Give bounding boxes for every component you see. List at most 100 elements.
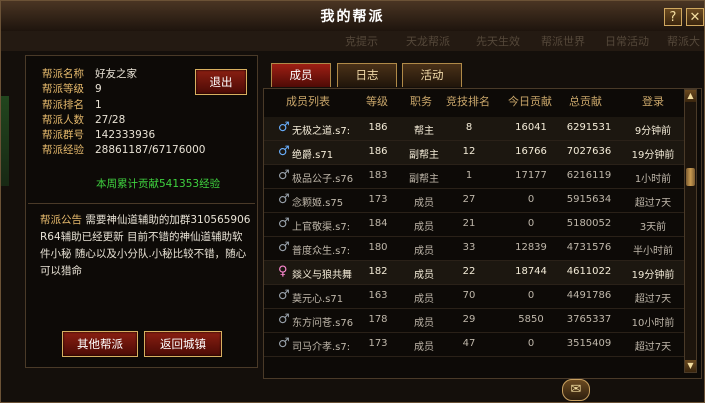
member-name: 无极之道.s7: xyxy=(292,126,351,137)
title-bar: 我的帮派 ? ✕ xyxy=(1,1,704,32)
member-level: 180 xyxy=(368,242,388,253)
male-icon: ♂ xyxy=(278,192,290,207)
table-row[interactable]: ♀ 燚义与狼共舞 182 成员 22 18744 4611022 19分钟前 xyxy=(264,261,684,285)
member-today-contribution: 17177 xyxy=(515,170,547,181)
member-role: 成员 xyxy=(414,294,434,305)
scroll-down-icon[interactable]: ▼ xyxy=(685,360,696,372)
member-list-scrollbar[interactable]: ▲ ▼ xyxy=(684,89,697,373)
side-decoration xyxy=(1,96,9,186)
strip-text: 克提示 xyxy=(345,35,378,48)
guild-name: 好友之家 xyxy=(95,68,137,80)
mail-icon[interactable]: ✉ xyxy=(562,379,590,401)
member-total-contribution: 7027636 xyxy=(566,146,612,157)
member-level: 186 xyxy=(368,122,388,133)
weekly-contribution: 本周累计贡献541353经验 xyxy=(96,178,221,190)
table-row[interactable]: ♂ 普度众生.s7: 180 成员 33 12839 4731576 半小时前 xyxy=(264,237,684,261)
scroll-thumb[interactable] xyxy=(686,168,695,186)
member-total-contribution: 4731576 xyxy=(566,242,612,253)
member-role: 成员 xyxy=(414,318,434,329)
member-role: 成员 xyxy=(414,342,434,353)
member-today-contribution: 0 xyxy=(527,290,535,301)
member-today-contribution: 16766 xyxy=(515,146,547,157)
member-table-body: ♂ 无极之道.s7: 186 帮主 8 16041 6291531 9分钟前 ♂… xyxy=(264,117,684,357)
table-header: 成员列表 等级 职务 竞技排名 今日贡献 总贡献 登录 xyxy=(264,89,684,111)
table-row[interactable]: ♂ 莫元心.s71 163 成员 70 0 4491786 超过7天 xyxy=(264,285,684,309)
table-row[interactable]: ♂ 上官敬渠.s7: 184 成员 21 0 5180052 3天前 xyxy=(264,213,684,237)
member-today-contribution: 16041 xyxy=(515,122,547,133)
header-login: 登录 xyxy=(642,95,664,108)
table-row[interactable]: ♂ 无极之道.s7: 186 帮主 8 16041 6291531 9分钟前 xyxy=(264,117,684,141)
guild-notice: 帮派公告 需要神仙道辅助的加群310565906 R64辅助已经更新 目前不错的… xyxy=(40,212,252,280)
member-level: 173 xyxy=(368,194,388,205)
guild-members-label: 帮派人数 xyxy=(42,113,84,126)
table-row[interactable]: ♂ 东方问苍.s76 178 成员 29 5850 3765337 10小时前 xyxy=(264,309,684,333)
header-today: 今日贡献 xyxy=(508,95,552,108)
window-title: 我的帮派 xyxy=(320,9,385,25)
member-last-login: 19分钟前 xyxy=(631,270,675,281)
exit-guild-button[interactable]: 退出 xyxy=(195,69,247,95)
close-button[interactable]: ✕ xyxy=(686,8,704,26)
member-name: 念颗姬.s75 xyxy=(292,198,344,209)
help-button[interactable]: ? xyxy=(664,8,682,26)
member-today-contribution: 0 xyxy=(527,338,535,349)
scroll-up-icon[interactable]: ▲ xyxy=(685,90,696,102)
member-name: 司马介孝.s7: xyxy=(292,342,351,353)
member-last-login: 超过7天 xyxy=(634,342,672,353)
member-total-contribution: 6216119 xyxy=(566,170,612,181)
member-last-login: 9分钟前 xyxy=(634,126,672,137)
member-today-contribution: 5850 xyxy=(518,314,544,325)
member-role: 成员 xyxy=(414,246,434,257)
guild-level-label: 帮派等级 xyxy=(42,83,84,96)
guild-members: 27/28 xyxy=(95,113,126,126)
member-total-contribution: 4491786 xyxy=(566,290,612,301)
strip-text: 日常活动 xyxy=(605,35,649,48)
member-name: 燚义与狼共舞 xyxy=(292,270,352,281)
member-role: 成员 xyxy=(414,222,434,233)
guild-name-label: 帮派名称 xyxy=(42,68,84,80)
member-name: 莫元心.s71 xyxy=(292,294,344,305)
header-role: 职务 xyxy=(410,95,432,108)
table-row[interactable]: ♂ 念颗姬.s75 173 成员 27 0 5915634 超过7天 xyxy=(264,189,684,213)
member-level: 186 xyxy=(368,146,388,157)
member-today-contribution: 12839 xyxy=(515,242,547,253)
male-icon: ♂ xyxy=(278,144,290,159)
member-name: 极品公子.s76 xyxy=(292,174,354,185)
member-name: 上官敬渠.s7: xyxy=(292,222,351,233)
member-level: 173 xyxy=(368,338,388,349)
other-guilds-button[interactable]: 其他帮派 xyxy=(62,331,138,357)
header-score: 竞技排名 xyxy=(446,95,490,108)
tab-members[interactable]: 成员 xyxy=(271,63,331,87)
guild-exp-label: 帮派经验 xyxy=(42,144,84,157)
member-total-contribution: 6291531 xyxy=(566,122,612,133)
male-icon: ♂ xyxy=(278,336,290,351)
tab-log[interactable]: 日志 xyxy=(337,63,397,87)
guild-group: 142333936 xyxy=(95,129,156,142)
tab-activities[interactable]: 活动 xyxy=(402,63,462,87)
member-level: 163 xyxy=(368,290,388,301)
member-name: 普度众生.s7: xyxy=(292,246,351,257)
member-arena-rank: 29 xyxy=(462,314,476,325)
member-total-contribution: 5915634 xyxy=(566,194,612,205)
member-total-contribution: 4611022 xyxy=(566,266,612,277)
member-last-login: 19分钟前 xyxy=(631,150,675,161)
member-arena-rank: 12 xyxy=(462,146,476,157)
header-total: 总贡献 xyxy=(569,95,602,108)
guild-info-panel: 帮派名称 好友之家 帮派等级 9 帮派排名 1 帮派人数 27/28 帮派群号 14233… xyxy=(25,55,258,368)
strip-text: 帮派大 xyxy=(667,35,700,48)
member-role: 帮主 xyxy=(414,126,434,137)
header-name: 成员列表 xyxy=(286,95,330,108)
member-total-contribution: 5180052 xyxy=(566,218,612,229)
member-arena-rank: 70 xyxy=(462,290,476,301)
male-icon: ♂ xyxy=(278,288,290,303)
table-row[interactable]: ♂ 司马介孝.s7: 173 成员 47 0 3515409 超过7天 xyxy=(264,333,684,357)
guild-group-label: 帮派群号 xyxy=(42,129,84,142)
table-row[interactable]: ♂ 极品公子.s76 183 副帮主 1 17177 6216119 1小时前 xyxy=(264,165,684,189)
table-row[interactable]: ♂ 绝爵.s71 186 副帮主 12 16766 7027636 19分钟前 xyxy=(264,141,684,165)
member-role: 成员 xyxy=(414,198,434,209)
guild-exp: 28861187/67176000 xyxy=(95,144,206,157)
male-icon: ♂ xyxy=(278,240,290,255)
strip-text: 帮派世界 xyxy=(541,35,585,48)
member-last-login: 10小时前 xyxy=(631,318,675,329)
member-level: 178 xyxy=(368,314,388,325)
return-city-button[interactable]: 返回城镇 xyxy=(144,331,222,357)
